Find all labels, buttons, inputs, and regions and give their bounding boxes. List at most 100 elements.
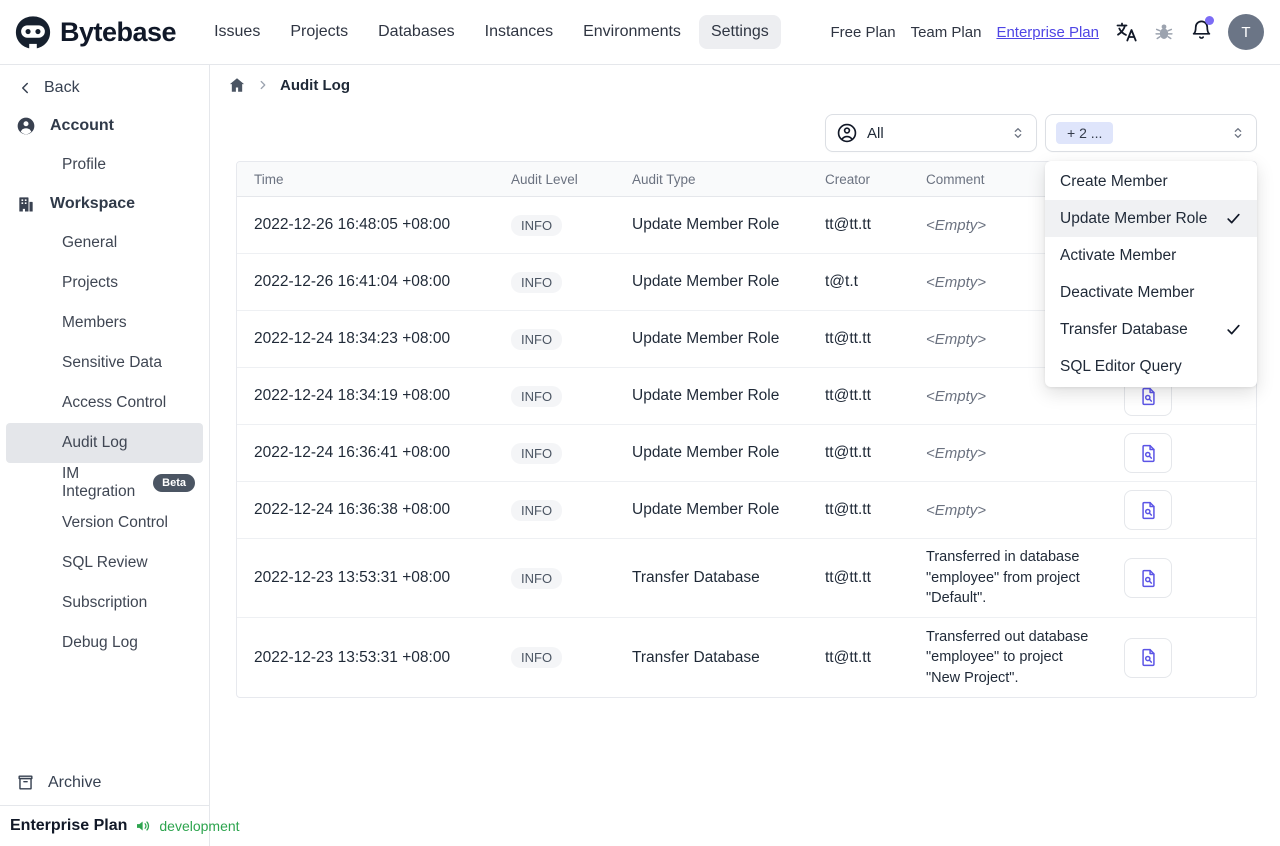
chevron-right-icon xyxy=(256,78,270,92)
sidebar-item-sensitive-data[interactable]: Sensitive Data xyxy=(6,343,203,383)
menu-item-transfer-database[interactable]: Transfer Database xyxy=(1045,311,1257,348)
back-button[interactable]: Back xyxy=(0,67,209,107)
speaker-icon[interactable] xyxy=(134,817,152,835)
cell-creator: t@t.t xyxy=(825,273,858,290)
sidebar-item-sql-review[interactable]: SQL Review xyxy=(6,543,203,583)
cell-time: 2022-12-24 18:34:19 +08:00 xyxy=(254,387,451,404)
cell-time: 2022-12-26 16:41:04 +08:00 xyxy=(254,273,451,290)
nav-item-instances[interactable]: Instances xyxy=(473,15,565,49)
menu-item-sql-editor-query[interactable]: SQL Editor Query xyxy=(1045,348,1257,385)
sidebar-item-debug-log[interactable]: Debug Log xyxy=(6,623,203,663)
cell-audit-type: Update Member Role xyxy=(632,330,780,347)
cell-comment: <Empty> xyxy=(926,444,987,462)
free-plan-link[interactable]: Free Plan xyxy=(831,24,896,41)
sidebar-section-label: Account xyxy=(50,117,114,134)
cell-actions xyxy=(1107,550,1256,606)
nav-item-settings[interactable]: Settings xyxy=(698,15,781,49)
menu-item-deactivate-member[interactable]: Deactivate Member xyxy=(1045,274,1257,311)
sidebar-item-audit-log[interactable]: Audit Log xyxy=(6,423,203,463)
sidebar-item-label: SQL Review xyxy=(62,554,148,571)
topbar-right: Free Plan Team Plan Enterprise Plan T xyxy=(831,14,1264,50)
menu-item-update-member-role[interactable]: Update Member Role xyxy=(1045,200,1257,237)
audit-level-badge: INFO xyxy=(511,328,563,350)
back-label: Back xyxy=(44,79,80,96)
audit-level-badge: INFO xyxy=(511,567,563,589)
table-row: 2022-12-23 13:53:31 +08:00 INFO Transfer D… xyxy=(237,539,1256,618)
menu-item-activate-member[interactable]: Activate Member xyxy=(1045,237,1257,274)
menu-item-create-member[interactable]: Create Member xyxy=(1045,163,1257,200)
cell-creator: tt@tt.tt xyxy=(825,648,871,666)
view-detail-button[interactable] xyxy=(1124,558,1172,598)
sidebar-item-label: Audit Log xyxy=(62,434,128,451)
column-header-time: Time xyxy=(254,171,284,187)
sidebar-item-label: IM Integration xyxy=(62,465,136,500)
check-icon xyxy=(1225,210,1242,227)
table-row: 2022-12-24 16:36:38 +08:00 INFO Update Mem… xyxy=(237,482,1256,539)
cell-creator: tt@tt.tt xyxy=(825,501,871,518)
sidebar-item-label: Version Control xyxy=(62,514,168,531)
cell-creator: tt@tt.tt xyxy=(825,444,871,461)
team-plan-link[interactable]: Team Plan xyxy=(911,24,982,41)
cell-audit-type: Transfer Database xyxy=(632,648,760,666)
sidebar-footer: Enterprise Plan development xyxy=(0,805,240,846)
file-search-icon xyxy=(1138,568,1159,589)
cell-time: 2022-12-23 13:53:31 +08:00 xyxy=(254,569,451,586)
bytebase-logo[interactable]: Bytebase xyxy=(14,15,177,50)
audit-type-filter-select[interactable]: + 2 ... xyxy=(1045,114,1257,152)
cell-actions xyxy=(1107,630,1256,686)
sidebar-item-label: Subscription xyxy=(62,594,148,611)
sidebar-item-label: Projects xyxy=(62,274,118,291)
cell-audit-level: INFO xyxy=(511,499,632,521)
bug-report-icon[interactable] xyxy=(1153,21,1175,43)
cell-time: 2022-12-24 16:36:41 +08:00 xyxy=(254,444,451,461)
creator-filter-value: All xyxy=(867,124,884,142)
menu-item-label: Transfer Database xyxy=(1060,320,1188,338)
sidebar-item-projects[interactable]: Projects xyxy=(6,263,203,303)
sidebar-item-profile[interactable]: Profile xyxy=(6,145,203,185)
creator-filter-select[interactable]: All xyxy=(825,114,1037,152)
sidebar-item-general[interactable]: General xyxy=(6,223,203,263)
menu-item-label: Deactivate Member xyxy=(1060,283,1195,301)
archive-box-icon xyxy=(16,773,35,792)
top-navbar: Bytebase Issues Projects Databases Instance… xyxy=(0,0,1280,65)
cell-audit-level: INFO xyxy=(511,271,632,293)
cell-audit-level: INFO xyxy=(511,214,632,236)
notification-dot xyxy=(1205,16,1214,25)
cell-creator: tt@tt.tt xyxy=(825,216,871,233)
notifications-button[interactable] xyxy=(1190,16,1214,46)
settings-sidebar: Back Account Profile Workspace General Proje… xyxy=(0,65,240,846)
sidebar-item-members[interactable]: Members xyxy=(6,303,203,343)
person-circle-icon xyxy=(836,122,858,144)
view-detail-button[interactable] xyxy=(1124,490,1172,530)
nav-item-projects[interactable]: Projects xyxy=(278,15,360,49)
audit-level-badge: INFO xyxy=(511,214,563,236)
sidebar-item-label: Profile xyxy=(62,156,106,173)
view-detail-button[interactable] xyxy=(1124,433,1172,473)
sidebar-item-archive[interactable]: Archive xyxy=(0,762,209,805)
sidebar-section-workspace: Workspace xyxy=(0,185,209,223)
nav-item-environments[interactable]: Environments xyxy=(571,15,693,49)
column-header-audit-type: Audit Type xyxy=(632,171,696,187)
avatar[interactable]: T xyxy=(1228,14,1264,50)
translate-icon[interactable] xyxy=(1114,20,1138,44)
cell-audit-level: INFO xyxy=(511,567,632,589)
sidebar-item-im-integration[interactable]: IM Integration Beta xyxy=(6,463,203,503)
view-detail-button[interactable] xyxy=(1124,637,1172,678)
cell-creator: tt@tt.tt xyxy=(825,330,871,347)
cell-audit-type: Update Member Role xyxy=(632,387,780,404)
chevron-left-icon xyxy=(16,79,34,97)
enterprise-plan-link[interactable]: Enterprise Plan xyxy=(996,24,1099,41)
cell-audit-type: Transfer Database xyxy=(632,569,760,586)
nav-item-issues[interactable]: Issues xyxy=(202,15,272,49)
table-row: 2022-12-23 13:53:31 +08:00 INFO Transfer D… xyxy=(237,618,1256,697)
sidebar-sections: Account Profile Workspace General Projects Me… xyxy=(0,107,209,663)
cell-actions xyxy=(1107,425,1256,481)
audit-type-dropdown-menu: Create Member Update Member Role Activate … xyxy=(1045,161,1257,387)
sidebar-item-subscription[interactable]: Subscription xyxy=(6,583,203,623)
nav-item-databases[interactable]: Databases xyxy=(366,15,467,49)
home-icon[interactable] xyxy=(228,76,246,94)
sidebar-item-access-control[interactable]: Access Control xyxy=(6,383,203,423)
cell-comment: <Empty> xyxy=(926,501,987,519)
sidebar-item-version-control[interactable]: Version Control xyxy=(6,503,203,543)
